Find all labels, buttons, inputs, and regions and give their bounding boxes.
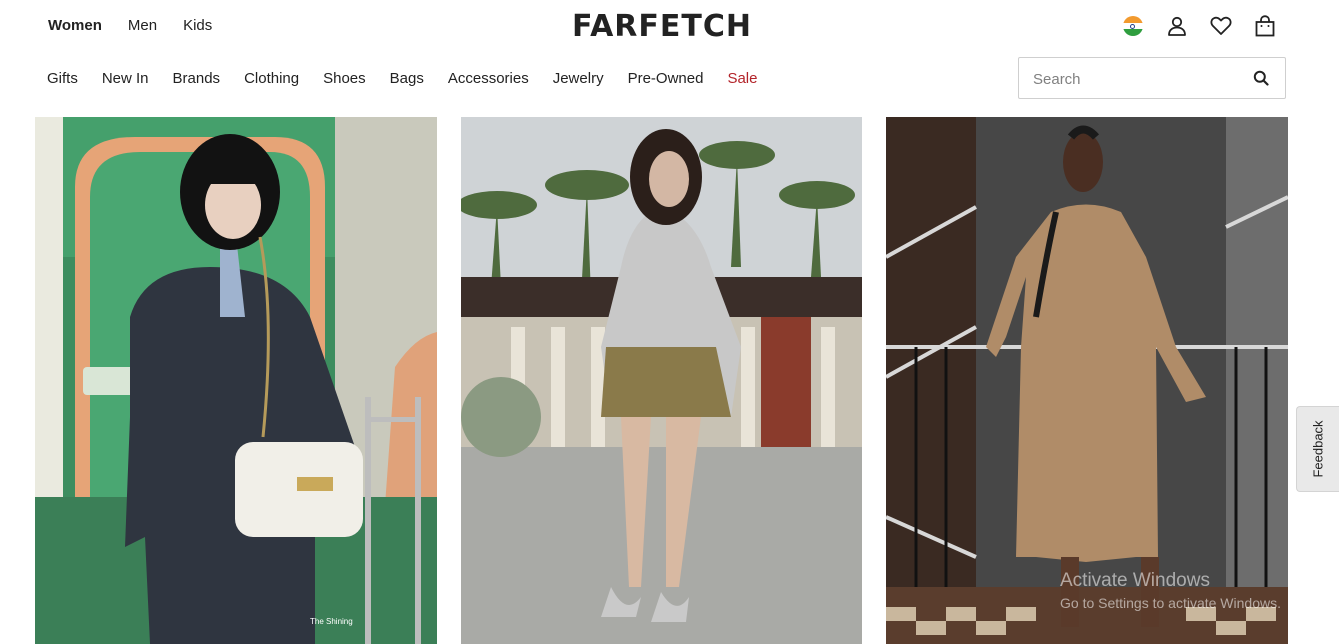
editorial-image-2[interactable] xyxy=(461,117,862,644)
nav-item-pre-owned[interactable]: Pre-Owned xyxy=(628,70,704,87)
nav-item-shoes[interactable]: Shoes xyxy=(323,70,366,87)
nav-item-clothing[interactable]: Clothing xyxy=(244,70,299,87)
tab-women[interactable]: Women xyxy=(48,17,102,34)
feedback-tab[interactable]: Feedback xyxy=(1296,406,1339,492)
tab-kids[interactable]: Kids xyxy=(183,17,212,34)
nav-item-bags[interactable]: Bags xyxy=(390,70,424,87)
feedback-label: Feedback xyxy=(1310,420,1326,478)
tab-men[interactable]: Men xyxy=(128,17,157,34)
category-nav: Gifts New In Brands Clothing Shoes Bags … xyxy=(47,70,757,87)
nav-item-brands[interactable]: Brands xyxy=(173,70,221,87)
nav-item-new-in[interactable]: New In xyxy=(102,70,149,87)
editorial-image-3[interactable] xyxy=(886,117,1288,644)
image-caption: The Shining xyxy=(310,617,353,626)
watermark-subtitle: Go to Settings to activate Windows. xyxy=(1060,595,1281,611)
nav-item-gifts[interactable]: Gifts xyxy=(47,70,78,87)
search-icon[interactable] xyxy=(1253,70,1271,88)
account-icon[interactable] xyxy=(1166,14,1188,38)
editorial-image-1[interactable]: The Shining xyxy=(35,117,437,644)
wishlist-heart-icon[interactable] xyxy=(1210,14,1232,38)
header-icons xyxy=(1122,14,1276,38)
farfetch-logo[interactable]: FARFETCH xyxy=(560,9,764,45)
nav-item-sale[interactable]: Sale xyxy=(727,70,757,87)
search-box xyxy=(1018,57,1286,100)
nav-item-jewelry[interactable]: Jewelry xyxy=(553,70,604,87)
watermark-title: Activate Windows xyxy=(1060,570,1210,591)
windows-activation-watermark: Activate Windows Go to Settings to activ… xyxy=(1060,570,1281,611)
search-input[interactable] xyxy=(1031,58,1245,100)
gender-tabs: Women Men Kids xyxy=(48,17,212,34)
shopping-bag-icon[interactable] xyxy=(1254,14,1276,38)
india-flag-icon[interactable] xyxy=(1122,14,1144,38)
nav-item-accessories[interactable]: Accessories xyxy=(448,70,529,87)
